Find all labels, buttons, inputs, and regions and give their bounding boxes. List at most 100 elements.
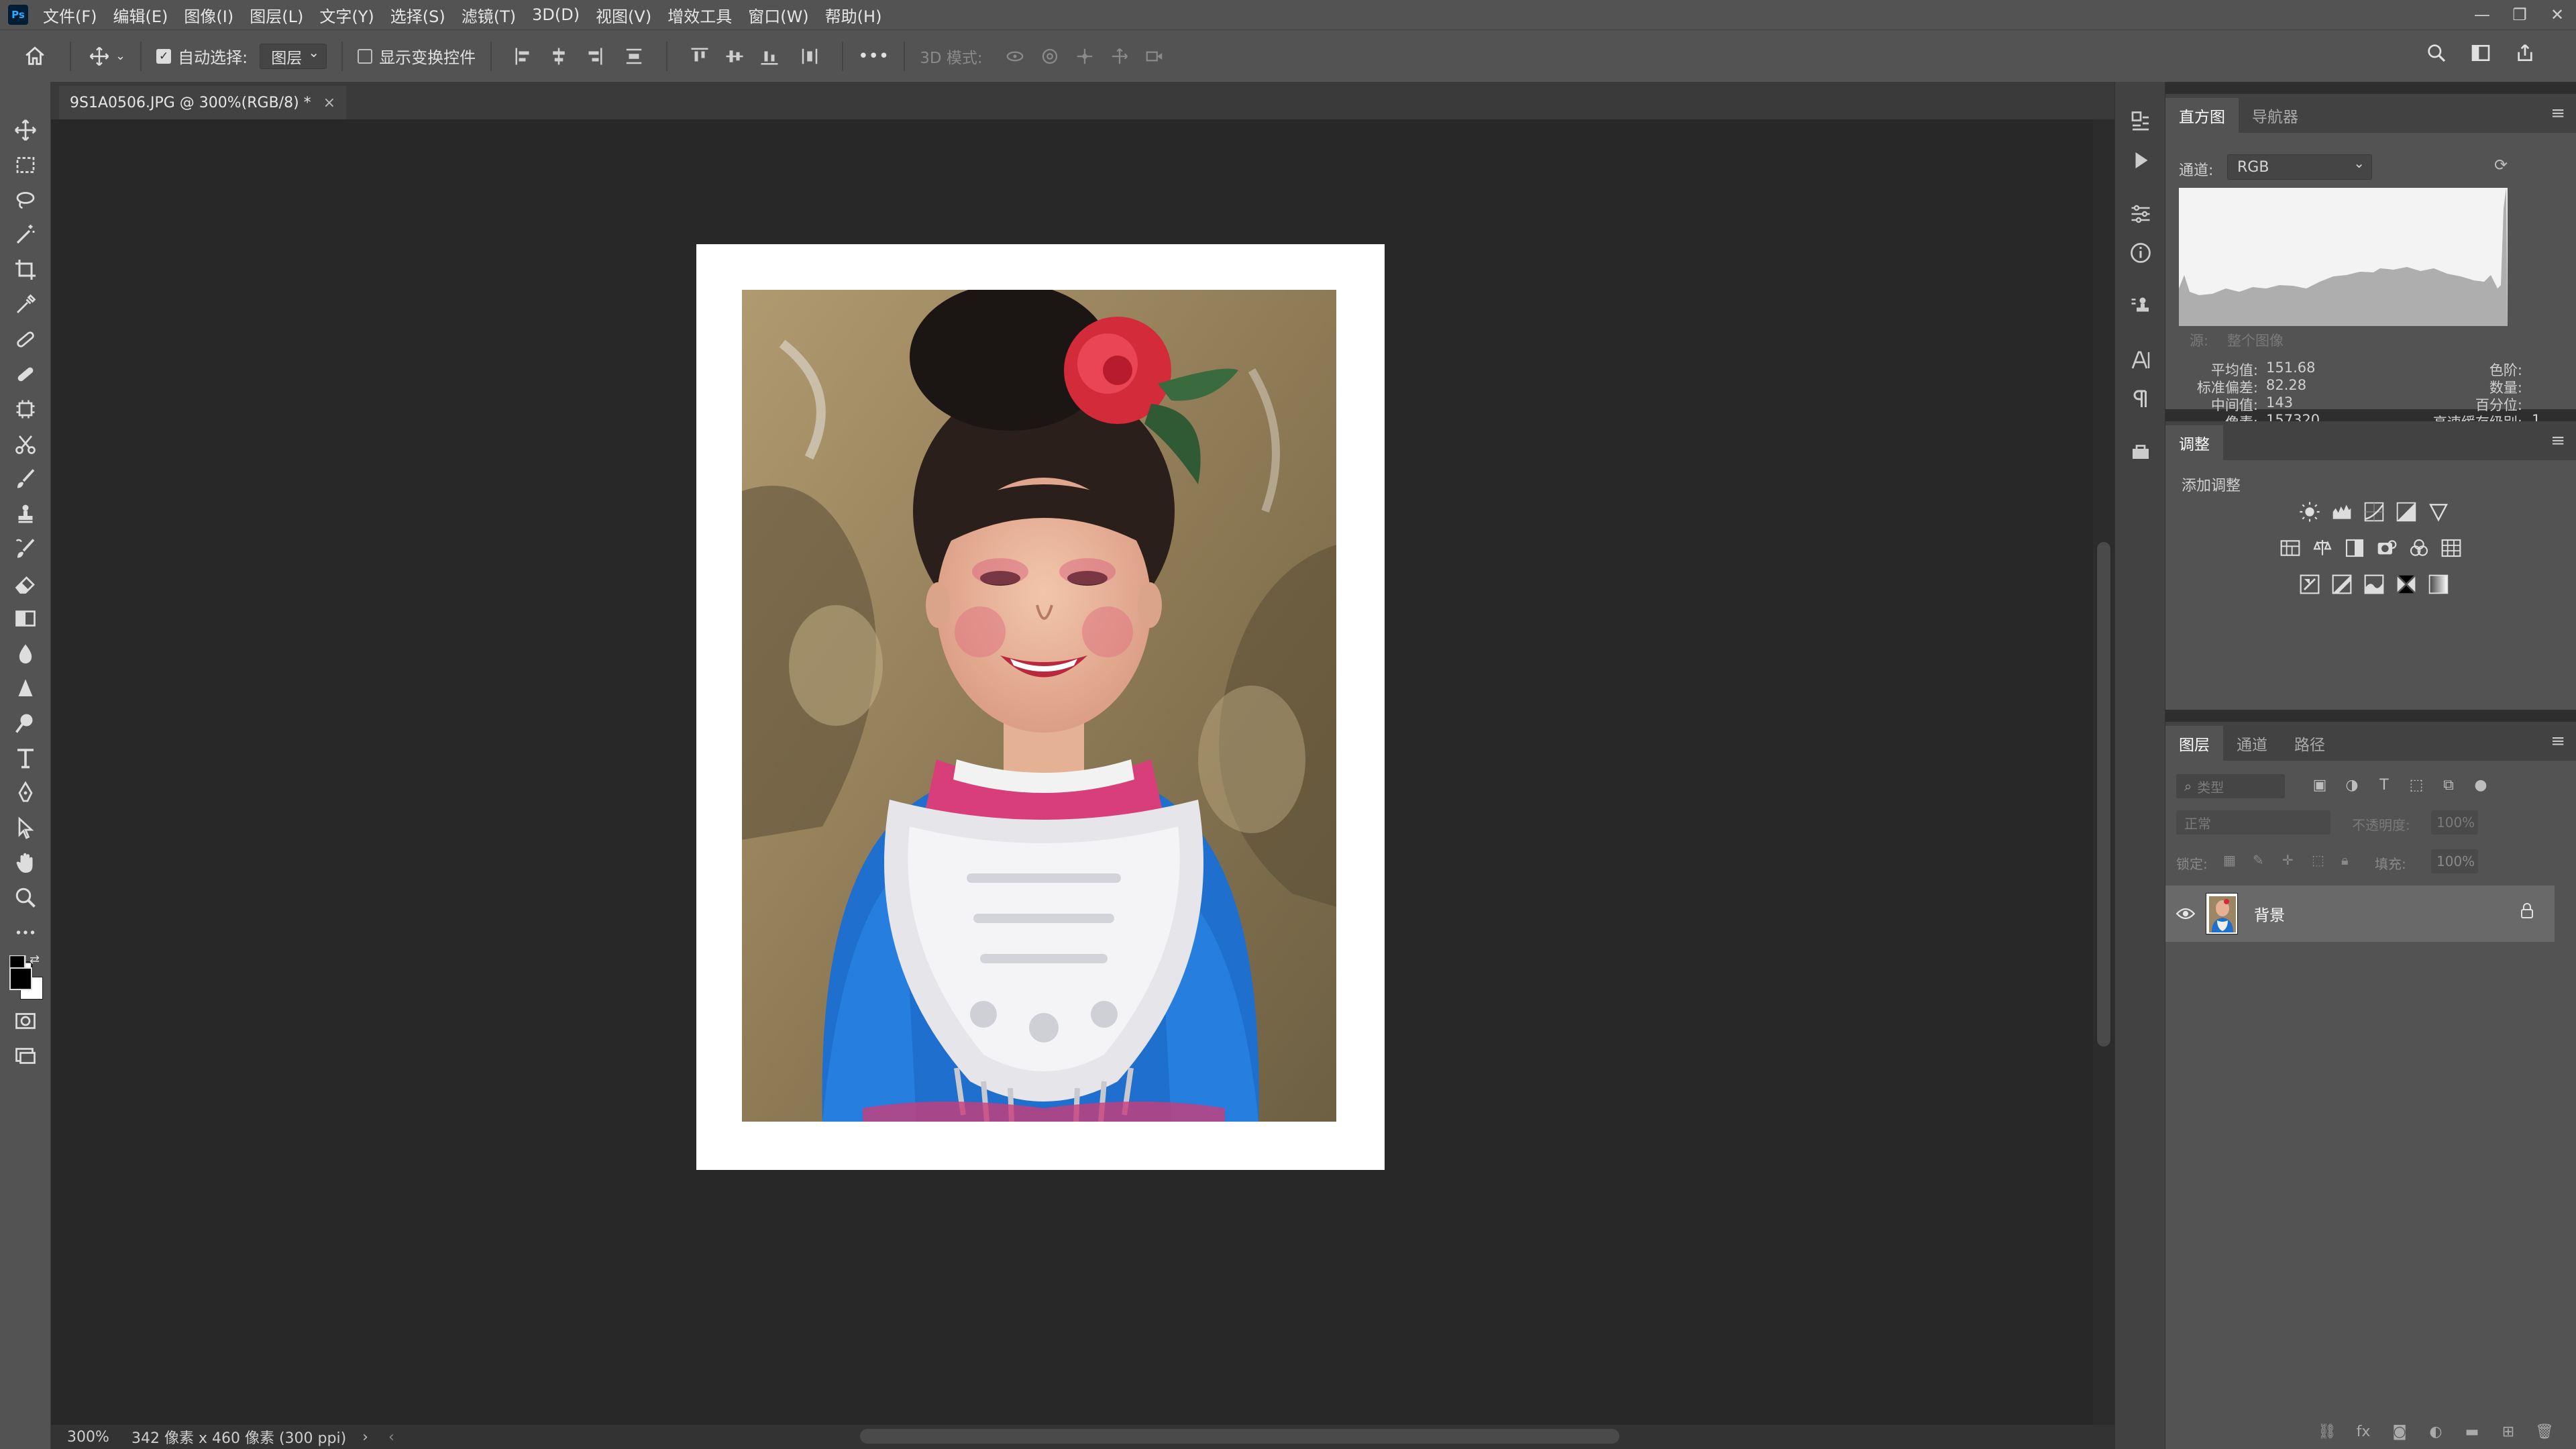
lock-artboard-icon[interactable]: ⬚ bbox=[2312, 852, 2324, 868]
tab-channels[interactable]: 通道 bbox=[2223, 726, 2281, 761]
menu-view[interactable]: 视图(V) bbox=[596, 3, 651, 27]
layer-filter-dropdown[interactable]: ⌕ 类型 bbox=[2176, 774, 2285, 798]
move-tool-icon[interactable] bbox=[86, 46, 113, 67]
distribute-vertical-icon[interactable] bbox=[622, 44, 646, 68]
source-value[interactable]: 整个图像 bbox=[2227, 330, 2284, 350]
menu-layer[interactable]: 图层(L) bbox=[250, 3, 303, 27]
menu-image[interactable]: 图像(I) bbox=[184, 3, 233, 27]
workspace-icon[interactable] bbox=[2470, 42, 2491, 64]
properties-panel-icon[interactable] bbox=[2115, 195, 2166, 233]
lasso-tool-icon[interactable] bbox=[0, 182, 51, 217]
document-canvas[interactable] bbox=[696, 244, 1385, 1170]
selective-color-icon[interactable] bbox=[2395, 573, 2418, 596]
align-bottom-icon[interactable] bbox=[757, 44, 782, 68]
panel-menu-icon[interactable]: ≡ bbox=[2551, 103, 2565, 123]
tab-navigator[interactable]: 导航器 bbox=[2239, 98, 2312, 133]
close-window-icon[interactable]: ✕ bbox=[2538, 0, 2576, 30]
lock-position-icon[interactable]: ✛ bbox=[2282, 852, 2294, 868]
vertical-scroll-thumb[interactable] bbox=[2097, 542, 2110, 1046]
new-adjustment-layer-icon[interactable]: ◐ bbox=[2418, 1424, 2454, 1440]
edit-toolbar-icon[interactable] bbox=[0, 915, 51, 950]
tab-layers[interactable]: 图层 bbox=[2165, 726, 2223, 761]
more-options-icon[interactable]: ••• bbox=[858, 46, 889, 66]
invert-icon[interactable] bbox=[2298, 573, 2321, 596]
scroll-left-icon[interactable]: ‹ bbox=[388, 1429, 394, 1446]
roll-3d-icon[interactable] bbox=[1038, 44, 1062, 68]
channel-mixer-icon[interactable] bbox=[2408, 537, 2430, 559]
auto-select-checkbox[interactable]: ✓ bbox=[156, 48, 172, 64]
lock-all-icon[interactable]: 🔒︎ bbox=[2341, 852, 2349, 868]
vertical-scrollbar[interactable] bbox=[2093, 119, 2114, 1425]
dodge-tool-icon[interactable] bbox=[0, 706, 51, 741]
color-swatches[interactable]: ⇄ bbox=[0, 950, 51, 1004]
filter-toggle-icon[interactable]: ● bbox=[2465, 777, 2497, 794]
screen-mode-icon[interactable] bbox=[0, 1038, 51, 1073]
delete-layer-icon[interactable]: 🗑︎ bbox=[2526, 1424, 2563, 1440]
hand-tool-icon[interactable] bbox=[0, 845, 51, 880]
layer-name[interactable]: 背景 bbox=[2254, 902, 2285, 925]
orbit-3d-icon[interactable] bbox=[1003, 44, 1027, 68]
menu-type[interactable]: 文字(Y) bbox=[319, 3, 374, 27]
history-brush-tool-icon[interactable] bbox=[0, 531, 51, 566]
color-balance-icon[interactable] bbox=[2311, 537, 2334, 559]
menu-select[interactable]: 选择(S) bbox=[390, 3, 445, 27]
align-top-icon[interactable] bbox=[688, 44, 712, 68]
filter-pixel-icon[interactable]: ▣ bbox=[2304, 777, 2336, 794]
brightness-icon[interactable] bbox=[2298, 500, 2321, 523]
align-middle-v-icon[interactable] bbox=[722, 44, 747, 68]
channel-dropdown[interactable]: RGB bbox=[2227, 154, 2372, 180]
filter-adjustment-icon[interactable]: ◑ bbox=[2336, 777, 2368, 794]
swap-colors-icon[interactable]: ⇄ bbox=[30, 953, 40, 967]
zoom-level[interactable]: 300% bbox=[51, 1429, 118, 1446]
tool-preset-chevron-icon[interactable]: ⌄ bbox=[115, 49, 125, 63]
scissors-tool-icon[interactable] bbox=[0, 427, 51, 462]
threshold-icon[interactable] bbox=[2363, 573, 2385, 596]
tab-paths[interactable]: 路径 bbox=[2281, 726, 2339, 761]
filter-shape-icon[interactable]: ⬚ bbox=[2400, 777, 2432, 794]
actions-panel-icon[interactable] bbox=[2115, 141, 2166, 180]
info-panel-icon[interactable] bbox=[2115, 233, 2166, 272]
menu-edit[interactable]: 编辑(E) bbox=[113, 3, 168, 27]
lock-transparent-icon[interactable]: ▦ bbox=[2223, 852, 2236, 868]
refresh-icon[interactable]: ⟳ bbox=[2494, 156, 2508, 174]
minimize-icon[interactable]: — bbox=[2463, 0, 2501, 30]
history-panel-icon[interactable] bbox=[2115, 102, 2166, 141]
eraser-tool-icon[interactable] bbox=[0, 566, 51, 601]
layer-row[interactable]: 背景 bbox=[2165, 885, 2555, 942]
new-layer-icon[interactable]: ⊞ bbox=[2490, 1424, 2526, 1440]
quick-mask-icon[interactable] bbox=[0, 1004, 51, 1038]
zoom-tool-icon[interactable] bbox=[0, 880, 51, 915]
default-colors-icon[interactable] bbox=[8, 954, 33, 979]
eyedropper-tool-icon[interactable] bbox=[0, 287, 51, 322]
auto-select-target-dropdown[interactable]: 图层 bbox=[260, 43, 327, 69]
link-layers-icon[interactable]: ⛓ bbox=[2309, 1424, 2345, 1440]
marquee-tool-icon[interactable] bbox=[0, 148, 51, 182]
align-center-h-icon[interactable] bbox=[547, 44, 571, 68]
visibility-eye-icon[interactable] bbox=[2165, 907, 2206, 920]
fill-input[interactable]: 100% bbox=[2431, 849, 2478, 873]
menu-filter[interactable]: 滤镜(T) bbox=[462, 3, 516, 27]
foreground-color-swatch[interactable] bbox=[9, 967, 32, 990]
vibrance-icon[interactable] bbox=[2427, 500, 2450, 523]
pen-tool-icon[interactable] bbox=[0, 775, 51, 810]
opacity-input[interactable]: 100% bbox=[2431, 810, 2478, 835]
menu-file[interactable]: 文件(F) bbox=[43, 3, 97, 27]
path-selection-tool-icon[interactable] bbox=[0, 810, 51, 845]
menu-window[interactable]: 窗口(W) bbox=[748, 3, 808, 27]
healing-brush-tool-icon[interactable] bbox=[0, 357, 51, 392]
close-tab-icon[interactable]: × bbox=[323, 95, 335, 111]
menu-help[interactable]: 帮助(H) bbox=[825, 3, 882, 27]
clone-source-panel-icon[interactable] bbox=[2115, 287, 2166, 326]
filter-type-icon[interactable]: T bbox=[2368, 777, 2400, 794]
blend-mode-dropdown[interactable]: 正常 bbox=[2176, 810, 2330, 835]
panel-menu-icon[interactable]: ≡ bbox=[2551, 431, 2565, 451]
distribute-horizontal-icon[interactable] bbox=[798, 44, 822, 68]
exposure-icon[interactable] bbox=[2395, 500, 2418, 523]
clone-stamp-tool-icon[interactable] bbox=[0, 496, 51, 531]
horizontal-scroll-thumb[interactable] bbox=[860, 1429, 1619, 1444]
canvas-area[interactable] bbox=[51, 119, 2114, 1425]
show-transform-checkbox[interactable] bbox=[358, 48, 373, 64]
posterize-icon[interactable] bbox=[2330, 573, 2353, 596]
tab-adjustments[interactable]: 调整 bbox=[2165, 425, 2223, 460]
blur-tool-icon[interactable] bbox=[0, 636, 51, 671]
